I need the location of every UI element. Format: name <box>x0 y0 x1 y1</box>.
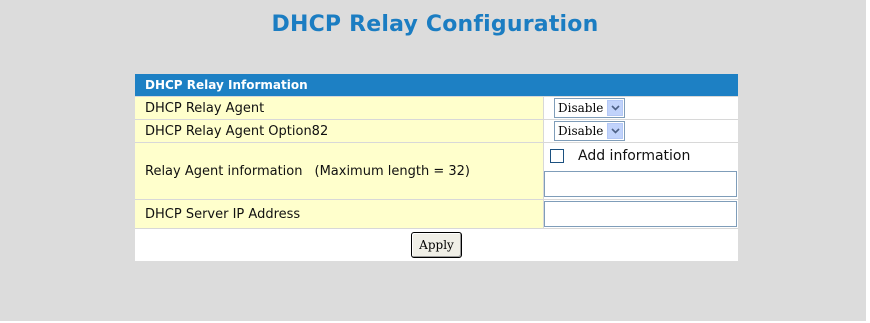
relay-agent-row: DHCP Relay Agent Disable <box>135 96 738 119</box>
option82-select-value: Disable <box>558 124 604 138</box>
panel-header: DHCP Relay Information <box>135 74 738 96</box>
relay-info-input[interactable] <box>544 171 737 197</box>
relay-info-row: Relay Agent information (Maximum length … <box>135 142 738 199</box>
add-information-label: Add information <box>578 148 691 164</box>
relay-agent-label: DHCP Relay Agent <box>135 97 544 119</box>
add-information-checkbox[interactable] <box>550 149 564 163</box>
option82-label: DHCP Relay Agent Option82 <box>135 120 544 142</box>
option82-cell: Disable <box>544 120 738 142</box>
server-ip-cell <box>544 200 738 228</box>
chevron-down-icon[interactable] <box>607 123 624 139</box>
option82-select[interactable]: Disable <box>554 121 626 141</box>
option82-row: DHCP Relay Agent Option82 Disable <box>135 119 738 142</box>
add-info-line: Add information <box>544 145 737 167</box>
apply-row: Apply <box>135 228 738 261</box>
relay-info-panel: DHCP Relay Information DHCP Relay Agent … <box>135 74 738 261</box>
server-ip-input[interactable] <box>544 201 737 227</box>
chevron-down-icon[interactable] <box>607 100 624 116</box>
relay-agent-select[interactable]: Disable <box>554 98 626 118</box>
relay-info-label: Relay Agent information <box>145 163 303 179</box>
server-ip-row: DHCP Server IP Address <box>135 199 738 228</box>
page-title: DHCP Relay Configuration <box>271 12 599 37</box>
relay-info-hint: (Maximum length = 32) <box>314 163 470 179</box>
relay-agent-select-value: Disable <box>558 101 604 115</box>
relay-info-cell: Add information <box>544 143 738 199</box>
server-ip-label: DHCP Server IP Address <box>135 200 544 228</box>
relay-agent-cell: Disable <box>544 97 738 119</box>
apply-button[interactable]: Apply <box>411 232 462 258</box>
relay-info-label-cell: Relay Agent information (Maximum length … <box>135 143 544 199</box>
